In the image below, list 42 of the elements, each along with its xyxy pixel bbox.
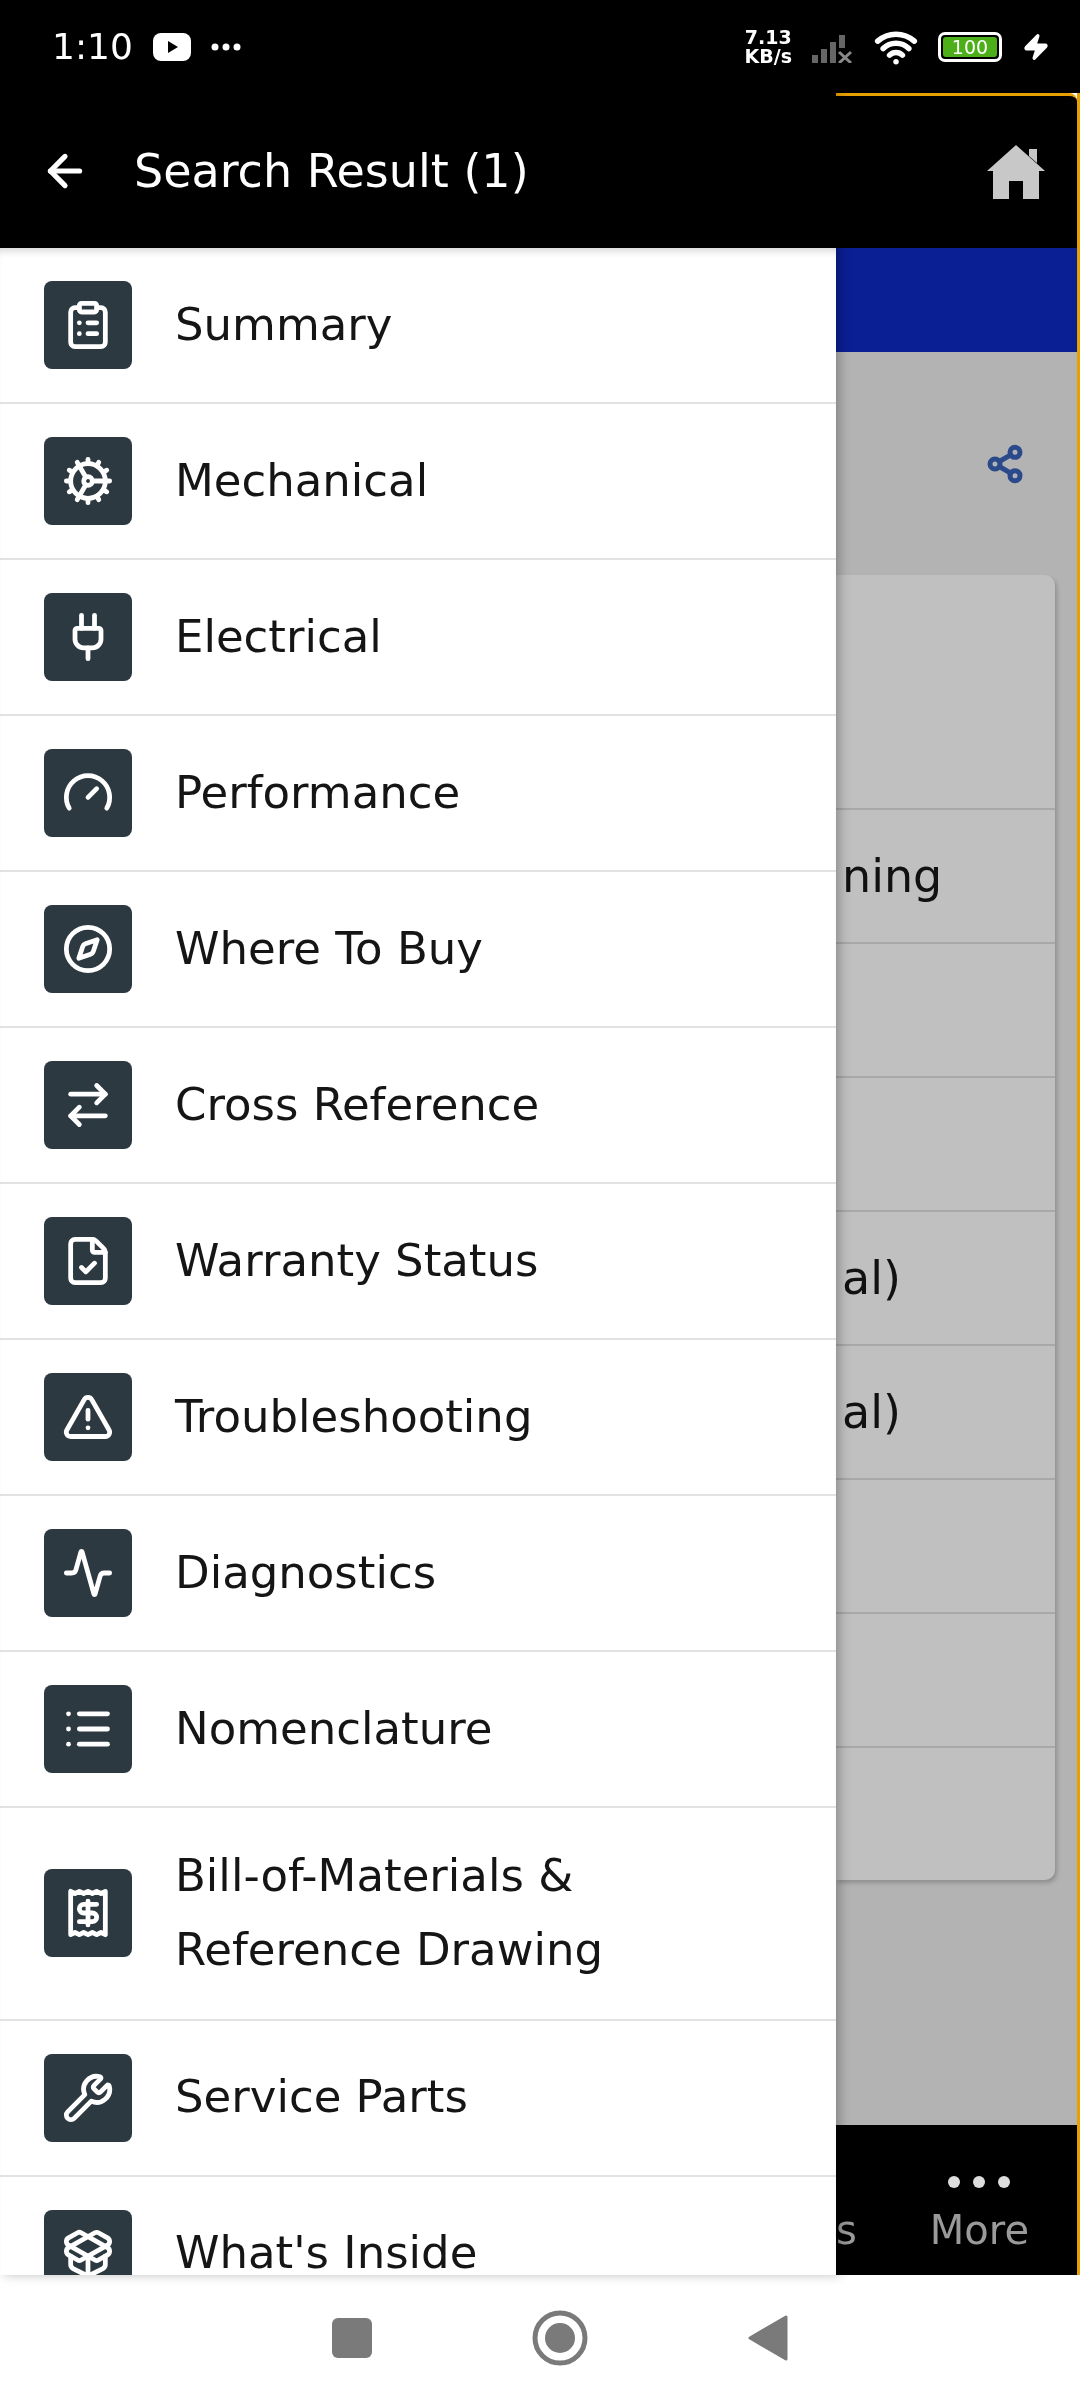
pulse-icon <box>44 1529 132 1617</box>
drawer-item[interactable]: Nomenclature <box>0 1652 836 1808</box>
wrench-icon <box>44 2053 132 2142</box>
status-time: 1:10 <box>52 26 133 67</box>
battery-icon: 100 <box>938 31 1002 62</box>
compass-icon <box>44 905 132 993</box>
clipboard-icon <box>44 281 132 369</box>
more-dots-icon <box>947 2175 1012 2189</box>
bottom-nav-item[interactable]: s <box>836 2207 857 2253</box>
card-row-text: ning <box>841 849 943 903</box>
drawer-item[interactable]: Bill-of-Materials & Reference Drawing <box>0 1808 836 2021</box>
drawer-item[interactable]: Where To Buy <box>0 872 836 1028</box>
drawer-item[interactable]: Service Parts <box>0 2020 836 2177</box>
card-row-text: al) <box>841 1251 901 1305</box>
more-notifications-icon <box>210 42 241 51</box>
drawer-item[interactable]: Summary <box>0 248 836 404</box>
drawer-item[interactable]: Mechanical <box>0 404 836 560</box>
drawer-item[interactable]: Warranty Status <box>0 1184 836 1340</box>
home-nav-button[interactable] <box>532 2309 588 2366</box>
arrows-icon <box>44 1061 132 1149</box>
warning-icon <box>44 1373 132 1461</box>
document-check-icon <box>44 1217 132 1305</box>
recents-button[interactable] <box>332 2317 372 2358</box>
list-icon <box>44 1685 132 1773</box>
drawer-item[interactable]: Electrical <box>0 560 836 716</box>
bottom-nav-item[interactable]: More <box>929 2175 1029 2253</box>
back-nav-button[interactable] <box>748 2314 788 2361</box>
drawer-item[interactable]: Troubleshooting <box>0 1340 836 1496</box>
receipt-icon <box>44 1869 132 1958</box>
home-button[interactable] <box>985 143 1047 201</box>
screen-title: Search Result (1) <box>134 143 529 198</box>
gear-icon <box>44 437 132 525</box>
gauge-icon <box>44 749 132 837</box>
share-button[interactable] <box>985 443 1025 484</box>
drawer-item[interactable]: Cross Reference <box>0 1028 836 1184</box>
drawer-item[interactable]: Performance <box>0 716 836 872</box>
plug-icon <box>44 593 132 681</box>
video-app-icon <box>152 32 191 61</box>
drawer-item[interactable]: Diagnostics <box>0 1496 836 1652</box>
charging-icon <box>1022 32 1050 61</box>
card-row-text: al) <box>841 1385 901 1439</box>
network-speed: 7.13 KB/s <box>744 27 792 66</box>
